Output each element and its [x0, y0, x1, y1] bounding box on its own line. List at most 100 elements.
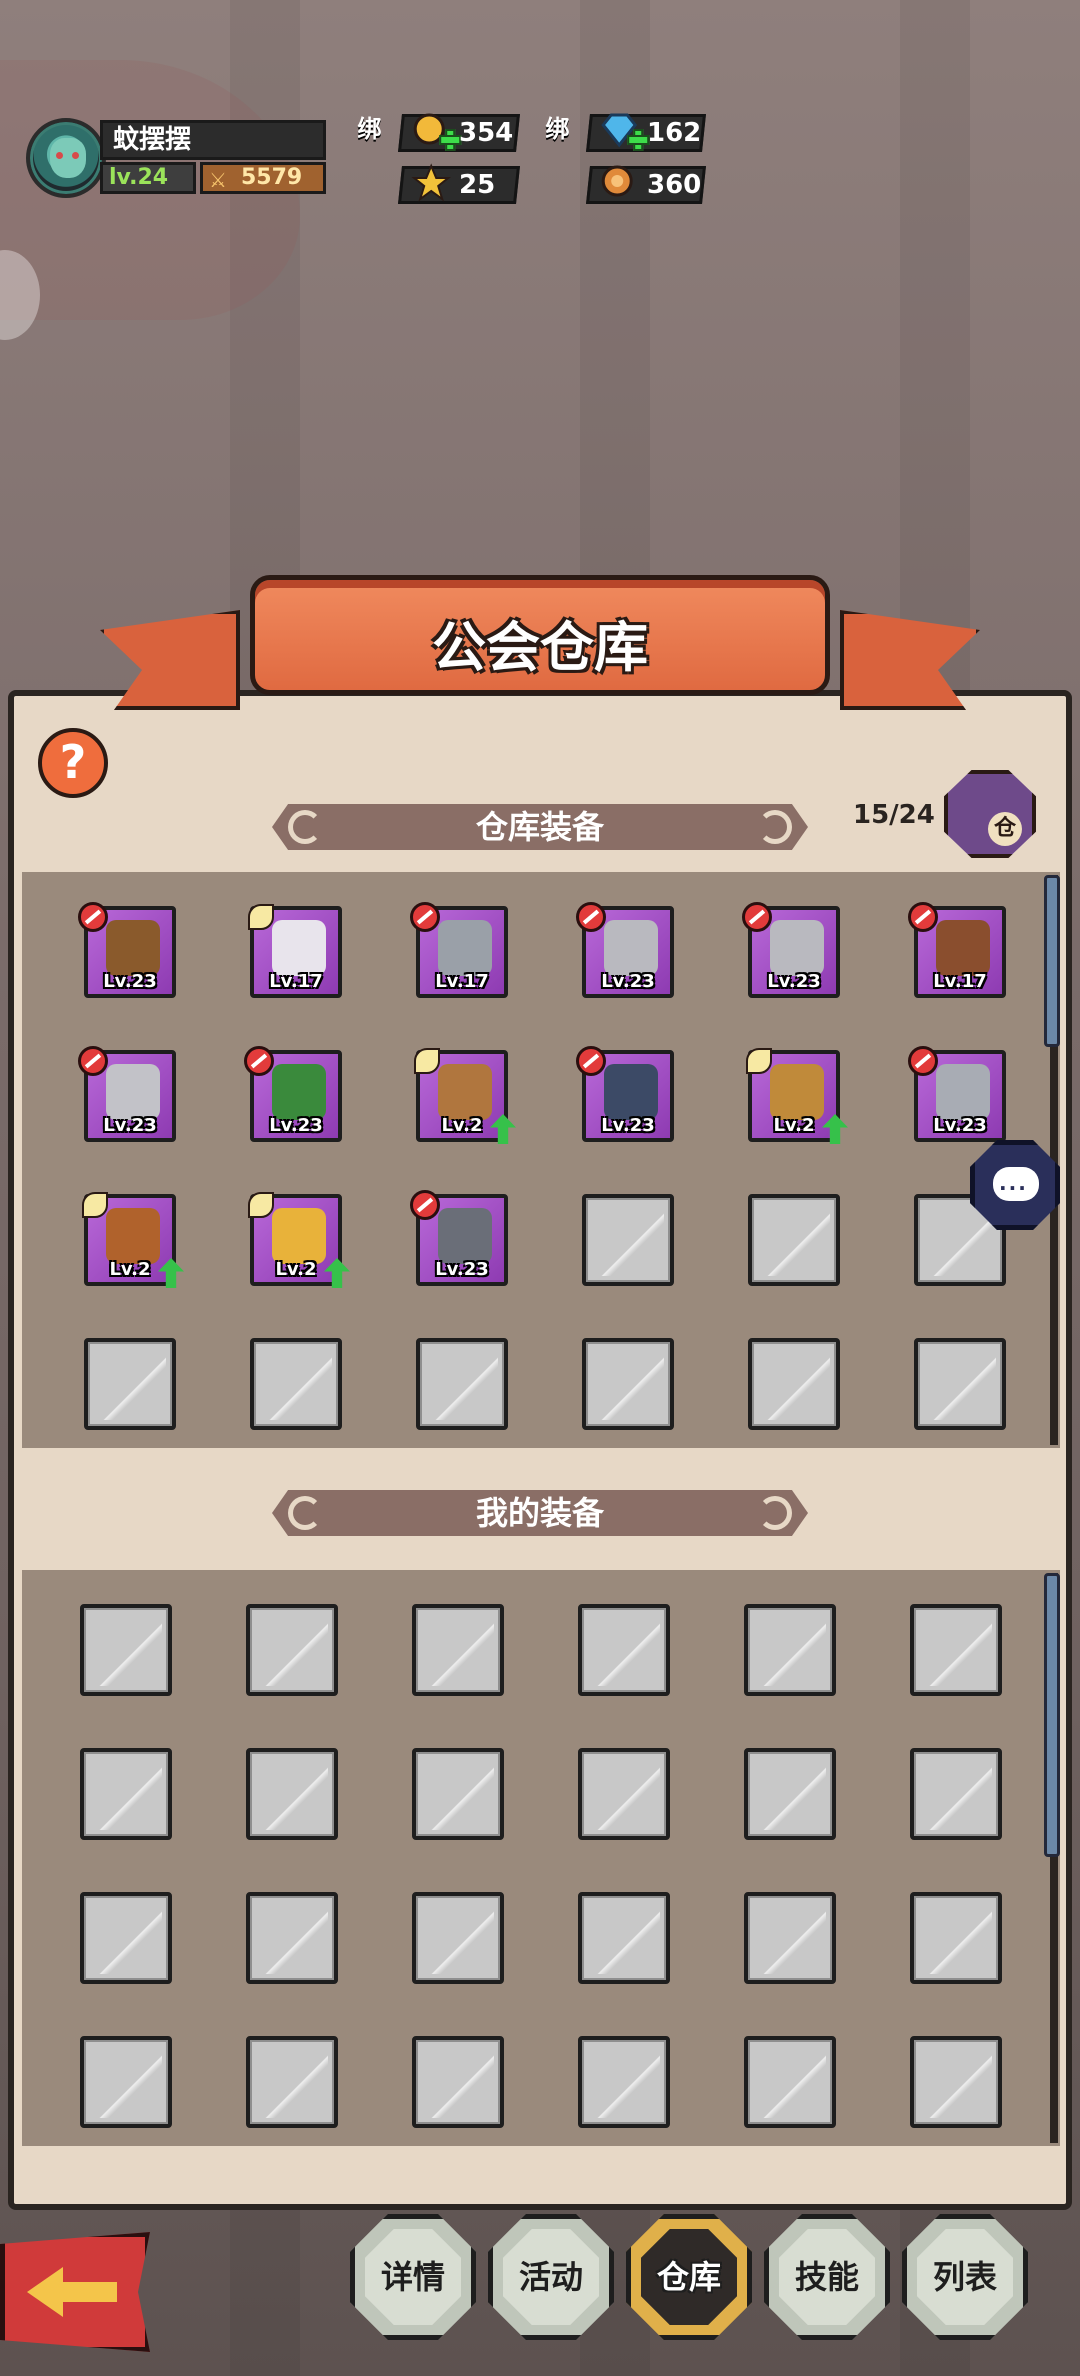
bound-gold-value: 354	[459, 118, 514, 148]
shield-icon	[438, 920, 492, 976]
warehouse-chest-icon[interactable]: 仓	[944, 770, 1036, 858]
forbidden-icon	[576, 1046, 606, 1076]
warehouse-item[interactable]: Lv.17	[908, 902, 1006, 998]
boots-icon	[770, 920, 824, 976]
empty-slot[interactable]	[582, 1338, 674, 1430]
shorts-icon	[604, 1064, 658, 1120]
empty-slot[interactable]	[80, 2036, 172, 2128]
player-level: lv.24	[100, 162, 196, 194]
empty-slot[interactable]	[80, 1748, 172, 1840]
nav-button[interactable]: 详情	[350, 2214, 476, 2340]
warehouse-item[interactable]: Lv.2	[414, 1048, 516, 1144]
forbidden-icon	[78, 902, 108, 932]
forbidden-icon	[908, 902, 938, 932]
forbidden-icon	[576, 902, 606, 932]
warehouse-item[interactable]: Lv.23	[410, 1190, 508, 1286]
tokens-counter: 360	[586, 165, 706, 204]
warehouse-item[interactable]: Lv.2	[746, 1048, 848, 1144]
warehouse-grid	[22, 872, 1060, 1448]
my-equipment-scrollbar[interactable]	[1044, 1573, 1060, 1857]
greaves-icon	[106, 1064, 160, 1120]
gold-coin-icon	[411, 111, 451, 151]
empty-slot[interactable]	[582, 1194, 674, 1286]
player-power: 5579	[241, 165, 303, 190]
gauntlet-icon	[936, 1064, 990, 1120]
bind-label: 绑	[357, 115, 382, 143]
chat-icon: ...	[999, 1171, 1028, 1195]
avatar[interactable]	[26, 118, 106, 198]
nav-label: 活动	[518, 2258, 583, 2296]
item-level: Lv.23	[103, 971, 157, 992]
warehouse-item[interactable]: Lv.23	[576, 1046, 674, 1142]
empty-slot[interactable]	[744, 1604, 836, 1696]
warehouse-scrollbar[interactable]	[1044, 875, 1060, 1047]
nav-button[interactable]: 技能	[764, 2214, 890, 2340]
gem-icon	[599, 111, 639, 151]
bound-gems-counter[interactable]: 绑 162	[545, 111, 706, 152]
empty-slot[interactable]	[910, 1892, 1002, 1984]
warehouse-item[interactable]: Lv.23	[78, 902, 176, 998]
empty-slot[interactable]	[910, 1748, 1002, 1840]
page-title: 公会仓库	[432, 616, 648, 679]
empty-slot[interactable]	[412, 1748, 504, 1840]
empty-slot[interactable]	[412, 1604, 504, 1696]
empty-slot[interactable]	[578, 2036, 670, 2128]
warehouse-item[interactable]: Lv.23	[78, 1046, 176, 1142]
empty-slot[interactable]	[80, 1604, 172, 1696]
bound-gold-counter[interactable]: 绑 354	[357, 111, 520, 152]
item-level: Lv.23	[269, 1115, 323, 1136]
warehouse-item[interactable]: Lv.23	[244, 1046, 342, 1142]
help-button[interactable]: ?	[38, 728, 108, 798]
empty-slot[interactable]	[250, 1338, 342, 1430]
empty-slot[interactable]	[246, 1892, 338, 1984]
pants-icon	[770, 1064, 824, 1120]
title-banner: 公会仓库	[100, 575, 980, 725]
warehouse-item[interactable]: Lv.17	[248, 904, 342, 998]
item-level: Lv.23	[601, 971, 655, 992]
pants-icon	[272, 1064, 326, 1120]
bound-gems-value: 162	[647, 118, 702, 148]
forbidden-icon	[742, 902, 772, 932]
warehouse-item[interactable]: Lv.23	[908, 1046, 1006, 1142]
empty-slot[interactable]	[412, 2036, 504, 2128]
empty-slot[interactable]	[910, 1604, 1002, 1696]
add-icon[interactable]	[627, 129, 645, 147]
empty-slot[interactable]	[910, 2036, 1002, 2128]
boots-icon	[936, 920, 990, 976]
add-icon[interactable]	[439, 129, 457, 147]
item-level: Lv.23	[103, 1115, 157, 1136]
empty-slot[interactable]	[578, 1604, 670, 1696]
chat-button[interactable]: ...	[970, 1140, 1060, 1230]
warehouse-item[interactable]: Lv.17	[410, 902, 508, 998]
empty-slot[interactable]	[914, 1338, 1006, 1430]
empty-slot[interactable]	[748, 1194, 840, 1286]
empty-slot[interactable]	[84, 1338, 176, 1430]
stars-value: 25	[459, 170, 496, 200]
empty-slot[interactable]	[412, 1892, 504, 1984]
empty-slot[interactable]	[578, 1892, 670, 1984]
blade-icon	[272, 920, 326, 976]
item-level: Lv.2	[109, 1259, 151, 1280]
empty-slot[interactable]	[246, 1604, 338, 1696]
warehouse-item[interactable]: Lv.2	[82, 1192, 184, 1288]
player-name: 蚊摆摆	[100, 120, 326, 160]
item-level: Lv.17	[269, 971, 323, 992]
warehouse-item[interactable]: Lv.23	[742, 902, 840, 998]
empty-slot[interactable]	[416, 1338, 508, 1430]
item-level: Lv.23	[601, 1115, 655, 1136]
back-button[interactable]	[0, 2232, 150, 2352]
empty-slot[interactable]	[744, 2036, 836, 2128]
empty-slot[interactable]	[744, 1892, 836, 1984]
warehouse-item[interactable]: Lv.2	[248, 1192, 350, 1288]
empty-slot[interactable]	[744, 1748, 836, 1840]
empty-slot[interactable]	[748, 1338, 840, 1430]
empty-slot[interactable]	[246, 1748, 338, 1840]
empty-slot[interactable]	[246, 2036, 338, 2128]
empty-slot[interactable]	[578, 1748, 670, 1840]
new-icon	[746, 1048, 772, 1074]
my-equipment-grid	[22, 1570, 1060, 2146]
warehouse-item[interactable]: Lv.23	[576, 902, 674, 998]
sword-icon: ⚔	[209, 168, 227, 192]
new-icon	[414, 1048, 440, 1074]
empty-slot[interactable]	[80, 1892, 172, 1984]
